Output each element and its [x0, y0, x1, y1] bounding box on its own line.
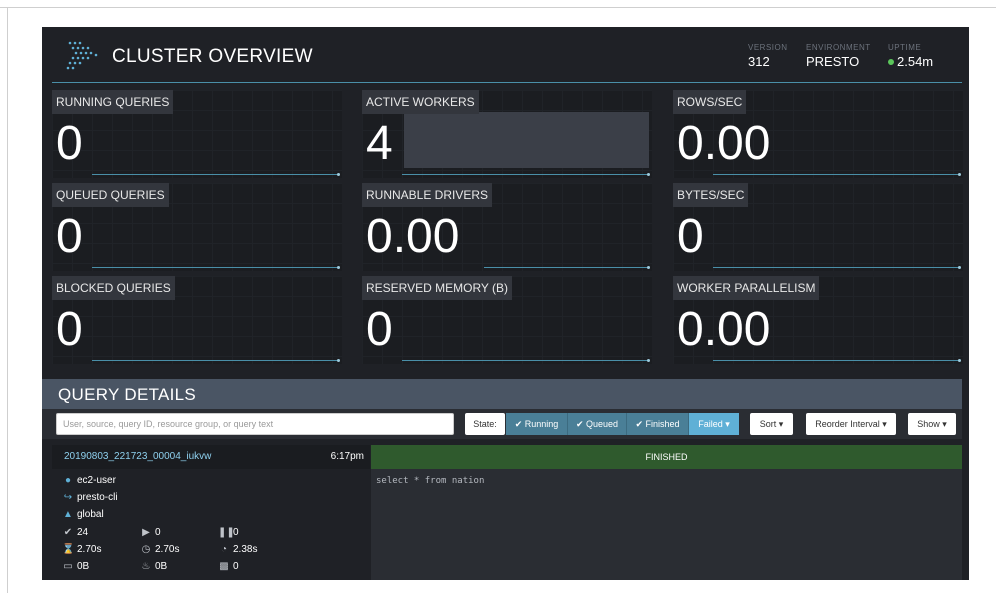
tile-queued-queries: QUEUED QUERIES 0 — [52, 183, 342, 271]
dashboard-icon: ◔ — [220, 544, 228, 555]
completed-splits: 24 — [77, 527, 89, 538]
cpu-time: 2.38s — [233, 544, 258, 555]
page-title: CLUSTER OVERVIEW — [112, 46, 313, 67]
tile-worker-parallelism: WORKER PARALLELISM 0.00 — [673, 276, 963, 364]
page-border-top — [0, 7, 996, 8]
sparkline — [402, 174, 648, 175]
environment-stat: ENVIRONMENT PRESTO — [806, 43, 871, 69]
source-icon: ↪ — [63, 492, 73, 503]
query-info: ● ec2-user ↪ presto-cli ▲ global ✔ 24 ▶ 0 ❚❚0… — [52, 469, 370, 580]
resource-group-icon: ▲ — [63, 509, 73, 520]
sparkline — [92, 174, 338, 175]
tile-bytes-sec: BYTES/SEC 0 — [673, 183, 963, 271]
query-source: presto-cli — [77, 492, 118, 503]
uptime-value: 2.54m — [897, 54, 934, 69]
presto-ui: CLUSTER OVERVIEW VERSION 312 ENVIRONMENT… — [42, 27, 969, 580]
uptime-label: UPTIME — [888, 43, 922, 52]
query-details-header: QUERY DETAILS — [42, 379, 962, 409]
tile-reserved-memory: RESERVED MEMORY (B) 0 — [362, 276, 652, 364]
wall-time: 2.70s — [77, 544, 102, 555]
tile-label: RUNNABLE DRIVERS — [362, 183, 493, 207]
completed-splits-icon: ✔ — [63, 527, 73, 538]
query-search-input[interactable] — [56, 413, 454, 435]
tile-label: RUNNING QUERIES — [52, 90, 174, 114]
version-stat: VERSION 312 — [748, 43, 788, 69]
sparkline — [92, 267, 338, 268]
tile-label: QUEUED QUERIES — [52, 183, 169, 207]
filter-running-button[interactable]: ✔ Running — [506, 413, 568, 435]
tile-value: 0.00 — [677, 117, 771, 170]
tile-value: 0.00 — [366, 210, 460, 263]
page-border-left — [7, 7, 8, 593]
tile-running-queries: RUNNING QUERIES 0 — [52, 90, 342, 178]
sparkline — [713, 360, 959, 361]
sparkline — [713, 174, 959, 175]
environment-label: ENVIRONMENT — [806, 43, 871, 52]
sparkline — [402, 360, 648, 361]
query-time: 6:17pm — [330, 451, 364, 462]
tile-label: BYTES/SEC — [673, 183, 749, 207]
environment-value: PRESTO — [806, 54, 860, 69]
running-splits-icon: ▶ — [142, 527, 150, 538]
query-details-title: QUERY DETAILS — [58, 385, 197, 404]
elapsed-time: 2.70s — [155, 544, 180, 555]
sparkline-area — [404, 112, 649, 168]
query-resource-group: global — [77, 509, 104, 520]
version-value: 312 — [748, 54, 770, 69]
tile-value: 0 — [56, 117, 83, 170]
tile-value: 0 — [56, 303, 83, 356]
tile-value: 0 — [56, 210, 83, 263]
sort-dropdown[interactable]: Sort ▾ — [750, 413, 793, 435]
query-list-item: 20190803_221723_00004_iukvw 6:17pm FINIS… — [52, 445, 962, 580]
queued-splits: 0 — [233, 527, 239, 538]
running-splits: 0 — [155, 527, 161, 538]
version-label: VERSION — [748, 43, 788, 52]
cumulative-memory: 0 — [233, 561, 239, 572]
tile-value: 4 — [366, 117, 393, 170]
sparkline — [713, 267, 959, 268]
header: CLUSTER OVERVIEW VERSION 312 ENVIRONMENT… — [42, 27, 969, 85]
bar-chart-icon: ▩ — [219, 561, 229, 572]
tile-value: 0.00 — [677, 303, 771, 356]
query-toolbar: State: ✔ Running ✔ Queued ✔ Finished Fai… — [42, 409, 962, 439]
user-icon: ● — [64, 475, 72, 486]
queued-splits-icon: ❚❚ — [218, 527, 235, 538]
reorder-interval-dropdown[interactable]: Reorder Interval ▾ — [806, 413, 896, 435]
tile-label: BLOCKED QUERIES — [52, 276, 175, 300]
query-user: ec2-user — [77, 475, 116, 486]
tile-value: 0 — [677, 210, 704, 263]
fire-icon: ♨ — [141, 561, 151, 572]
query-state-bar: FINISHED — [371, 445, 962, 469]
state-label: State: — [465, 413, 505, 435]
tile-label: ROWS/SEC — [673, 90, 747, 114]
tile-blocked-queries: BLOCKED QUERIES 0 — [52, 276, 342, 364]
peak-memory: 0B — [155, 561, 168, 572]
sparkline — [484, 267, 648, 268]
uptime-stat: UPTIME 2.54m — [888, 43, 933, 69]
show-dropdown[interactable]: Show ▾ — [908, 413, 956, 435]
uptime-status-dot — [888, 59, 894, 65]
sparkline — [92, 360, 338, 361]
tile-label: WORKER PARALLELISM — [673, 276, 820, 300]
filter-finished-button[interactable]: ✔ Finished — [627, 413, 689, 435]
filter-queued-button[interactable]: ✔ Queued — [568, 413, 627, 435]
hourglass-icon: ⌛ — [62, 544, 75, 555]
header-divider — [52, 82, 962, 83]
tile-label: RESERVED MEMORY (B) — [362, 276, 513, 300]
clock-icon: ◷ — [141, 544, 151, 555]
memory: 0B — [77, 561, 90, 572]
tile-rows-sec: ROWS/SEC 0.00 — [673, 90, 963, 178]
query-sql-text: select * from nation — [376, 476, 485, 486]
tile-value: 0 — [366, 303, 393, 356]
query-sql-panel: select * from nation — [371, 469, 962, 580]
presto-logo-icon — [66, 41, 98, 70]
filter-failed-dropdown[interactable]: Failed ▾ — [689, 413, 739, 435]
tile-active-workers: ACTIVE WORKERS 4 — [362, 90, 652, 178]
hdd-icon: ▭ — [63, 561, 73, 572]
query-id-link[interactable]: 20190803_221723_00004_iukvw — [64, 451, 211, 462]
tile-label: ACTIVE WORKERS — [362, 90, 479, 114]
tile-runnable-drivers: RUNNABLE DRIVERS 0.00 — [362, 183, 652, 271]
